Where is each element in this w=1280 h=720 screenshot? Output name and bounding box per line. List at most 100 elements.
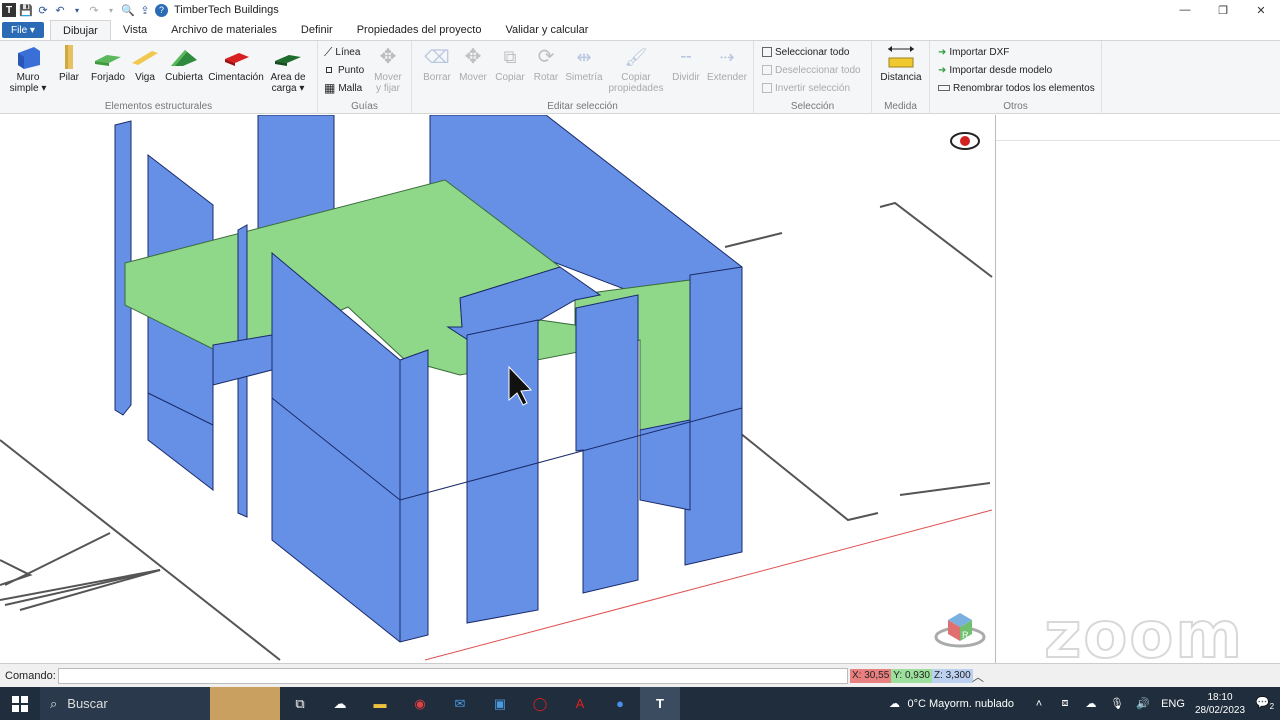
orbit-cube-icon[interactable] xyxy=(934,613,986,648)
cubierta-button[interactable]: Cubierta xyxy=(164,44,204,83)
renombrar-elementos-button[interactable]: Renombrar todos los elementos xyxy=(938,80,1095,96)
3d-model-canvas[interactable]: R xyxy=(0,115,996,663)
command-input[interactable] xyxy=(57,667,848,684)
language-indicator[interactable]: ENG xyxy=(1156,698,1190,710)
3d-viewport[interactable]: R xyxy=(0,115,996,663)
search-icon[interactable]: 🔍 xyxy=(121,3,135,17)
onedrive-icon[interactable]: ☁ xyxy=(1078,697,1104,710)
file-explorer-icon[interactable]: ▬ xyxy=(360,687,400,720)
app-title: TimberTech Buildings xyxy=(174,4,279,16)
tab-archivo-materiales[interactable]: Archivo de materiales xyxy=(159,20,289,40)
deseleccionar-todo-button[interactable]: Deseleccionar todo xyxy=(762,62,861,78)
group-otros: ➜ Importar DXF ➜ Importar desde modelo Ren… xyxy=(930,41,1102,114)
mirror-icon: ⇹ xyxy=(576,46,592,67)
seleccionar-todo-button[interactable]: Seleccionar todo xyxy=(762,44,850,60)
dropdown-icon[interactable]: ▾ xyxy=(70,3,84,17)
viga-button[interactable]: Viga xyxy=(130,44,160,83)
microphone-icon[interactable]: 🎙 xyxy=(1104,697,1130,710)
pilar-button[interactable]: Pilar xyxy=(52,44,86,83)
group-seleccion: Seleccionar todo Deseleccionar todo Inve… xyxy=(754,41,872,114)
forjado-button[interactable]: Forjado xyxy=(88,44,128,83)
x-coordinate: X: 30,55 xyxy=(850,669,892,683)
opera-icon[interactable]: ◯ xyxy=(520,687,560,720)
ruler-icon xyxy=(886,44,916,70)
group-elementos-estructurales: Muro simple ▾ Pilar Forjado Viga Cubiert… xyxy=(0,41,318,114)
upload-icon[interactable]: ⇪ xyxy=(138,3,152,17)
volume-icon[interactable]: 🔊 xyxy=(1130,697,1156,710)
importar-dxf-button[interactable]: ➜ Importar DXF xyxy=(938,44,1009,60)
visibility-eye-icon[interactable] xyxy=(950,132,980,150)
chevron-up-icon[interactable]: ˄ xyxy=(1026,698,1052,710)
invertir-seleccion-button[interactable]: Invertir selección xyxy=(762,80,850,96)
timbertech-app-icon[interactable]: T xyxy=(640,687,680,720)
zoom-app-icon[interactable]: ● xyxy=(600,687,640,720)
area-de-carga-button[interactable]: Area de carga ▾ xyxy=(266,44,310,94)
copiar-propiedades-button[interactable]: 🖌 Copiar propiedades xyxy=(608,44,664,95)
simetria-button[interactable]: ⇹ Simetría xyxy=(564,44,604,84)
coordinate-readout: X: 30,55 Y: 0,930 Z: 3,300 xyxy=(850,669,973,683)
file-menu-button[interactable]: File ▾ xyxy=(2,22,44,38)
chevron-up-icon[interactable]: ︿ xyxy=(972,668,984,685)
extender-button[interactable]: ⇢ Extender xyxy=(706,44,748,84)
clock[interactable]: 18:10 28/02/2023 xyxy=(1190,691,1250,717)
refresh-icon[interactable]: ⟳ xyxy=(36,3,50,17)
system-tray: ☁ 0°C Mayorm. nublado ˄ ⧈ ☁ 🎙 🔊 ENG 18:1… xyxy=(881,687,1280,720)
acrobat-icon[interactable]: A xyxy=(560,687,600,720)
brush-icon: 🖌 xyxy=(624,46,648,67)
undo-icon[interactable]: ↶ xyxy=(53,3,67,17)
distancia-button[interactable]: Distancia xyxy=(878,44,924,83)
malla-button[interactable]: ▦ Malla xyxy=(324,80,362,96)
rename-icon xyxy=(938,85,950,91)
command-bar: Comando: X: 30,55 Y: 0,930 Z: 3,300 ︿ xyxy=(0,663,1280,687)
weather-icon: ☁ xyxy=(888,698,900,710)
restore-icon[interactable]: ❐ xyxy=(1204,0,1242,20)
grid-icon: ▦ xyxy=(324,81,336,95)
taskbar-search[interactable]: ⌕ Buscar xyxy=(40,687,210,720)
network-app-icon[interactable]: ☁ xyxy=(320,687,360,720)
mover-y-fijar-button[interactable]: ✥ Mover y fijar xyxy=(370,44,406,95)
move-icon: ✥ xyxy=(464,45,482,68)
store-icon[interactable]: ▣ xyxy=(480,687,520,720)
window-controls: — ❐ ✕ xyxy=(1166,0,1280,20)
tab-dibujar[interactable]: Dibujar xyxy=(50,20,111,40)
y-coordinate: Y: 0,930 xyxy=(891,669,932,683)
rotar-button[interactable]: ⟳ Rotar xyxy=(530,44,562,84)
borrar-button[interactable]: ⌫ Borrar xyxy=(420,44,454,84)
dividir-button[interactable]: ╌ Dividir xyxy=(668,44,704,84)
copy-icon: ⧉ xyxy=(503,46,517,67)
chrome-icon[interactable]: ◉ xyxy=(400,687,440,720)
importar-modelo-button[interactable]: ➜ Importar desde modelo xyxy=(938,62,1052,78)
dropdown-icon[interactable]: ▾ xyxy=(104,3,118,17)
mail-icon[interactable]: ✉ xyxy=(440,687,480,720)
z-coordinate: Z: 3,300 xyxy=(931,669,973,683)
punto-button[interactable]: Punto xyxy=(326,62,364,78)
deselect-icon xyxy=(762,65,772,75)
tab-vista[interactable]: Vista xyxy=(111,20,159,40)
tab-validar-calcular[interactable]: Validar y calcular xyxy=(493,20,600,40)
cimentacion-button[interactable]: Cimentación xyxy=(206,44,266,83)
search-highlight-image[interactable] xyxy=(210,687,280,720)
zoom-watermark: zoom xyxy=(1043,598,1244,674)
windows-start-button[interactable] xyxy=(0,687,40,720)
meet-icon[interactable]: ⧈ xyxy=(1052,697,1078,710)
app-logo-icon: T xyxy=(2,3,16,17)
copiar-button[interactable]: ⧉ Copiar xyxy=(492,44,528,84)
muro-simple-button[interactable]: Muro simple ▾ xyxy=(8,44,48,94)
help-icon[interactable]: ? xyxy=(155,3,168,17)
linea-button[interactable]: ⟋ Línea xyxy=(324,44,360,60)
tab-definir[interactable]: Definir xyxy=(289,20,345,40)
foundation-icon xyxy=(221,44,251,70)
redo-icon[interactable]: ↷ xyxy=(87,3,101,17)
notifications-icon[interactable]: 💬2 xyxy=(1250,696,1280,711)
mover-button[interactable]: ✥ Mover xyxy=(456,44,490,84)
command-label: Comando: xyxy=(5,669,56,682)
slab-icon xyxy=(93,44,123,70)
close-icon[interactable]: ✕ xyxy=(1242,0,1280,20)
panel-header xyxy=(996,115,1280,141)
task-view-icon[interactable]: ⧉ xyxy=(280,687,320,720)
column-icon xyxy=(54,44,84,70)
tab-propiedades-proyecto[interactable]: Propiedades del proyecto xyxy=(345,20,494,40)
minimize-icon[interactable]: — xyxy=(1166,0,1204,20)
orbit-label: R xyxy=(962,630,969,640)
save-icon[interactable]: 💾 xyxy=(19,3,33,17)
